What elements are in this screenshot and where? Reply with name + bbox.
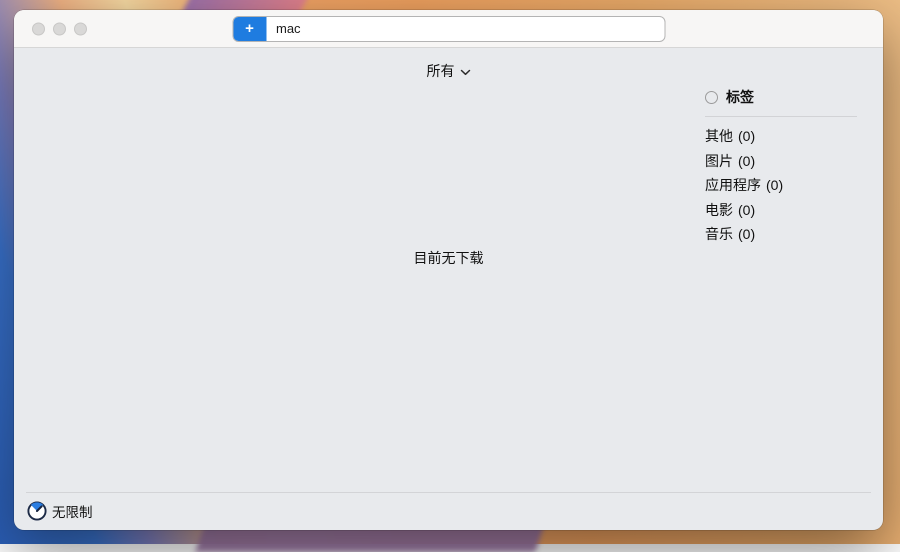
tag-label: 图片 bbox=[705, 153, 733, 169]
tag-label: 电影 bbox=[705, 202, 733, 218]
tag-count: (0) bbox=[738, 128, 755, 144]
tag-count: (0) bbox=[738, 153, 755, 169]
empty-state-message: 目前无下载 bbox=[14, 248, 883, 268]
tag-color-circle-icon bbox=[705, 91, 718, 104]
tag-item-music[interactable]: 音乐 (0) bbox=[705, 222, 857, 247]
tag-label: 音乐 bbox=[705, 226, 733, 242]
speed-limit-label: 无限制 bbox=[52, 501, 93, 521]
titlebar: + bbox=[14, 10, 883, 48]
filter-dropdown[interactable]: 所有 bbox=[427, 61, 471, 81]
search-input[interactable] bbox=[266, 17, 664, 41]
add-download-button[interactable]: + bbox=[233, 17, 266, 41]
tag-count: (0) bbox=[738, 202, 755, 218]
tags-panel: 标签 其他 (0) 图片 (0) 应用程序 (0) 电影 (0) 音乐 (0) bbox=[705, 87, 857, 247]
speed-limit-control[interactable]: 无限制 bbox=[27, 501, 93, 521]
tag-item-images[interactable]: 图片 (0) bbox=[705, 149, 857, 174]
tag-label: 应用程序 bbox=[705, 177, 761, 193]
status-bar: 无限制 bbox=[14, 492, 883, 530]
tag-item-movies[interactable]: 电影 (0) bbox=[705, 198, 857, 223]
tags-header: 标签 bbox=[705, 87, 857, 117]
download-manager-window: + 所有 标签 其他 (0) 图片 (0) 应用程序 (0) bbox=[14, 10, 883, 530]
minimize-button[interactable] bbox=[53, 22, 66, 35]
tags-list: 其他 (0) 图片 (0) 应用程序 (0) 电影 (0) 音乐 (0) bbox=[705, 117, 857, 247]
close-button[interactable] bbox=[32, 22, 45, 35]
url-search-field-group: + bbox=[232, 16, 665, 42]
tags-header-label: 标签 bbox=[726, 87, 754, 107]
traffic-lights bbox=[32, 22, 87, 35]
filter-row: 所有 bbox=[14, 48, 883, 81]
tag-count: (0) bbox=[738, 226, 755, 242]
chevron-down-icon bbox=[460, 69, 471, 76]
zoom-button[interactable] bbox=[74, 22, 87, 35]
speed-gauge-icon bbox=[27, 501, 47, 521]
tag-label: 其他 bbox=[705, 128, 733, 144]
tag-item-other[interactable]: 其他 (0) bbox=[705, 124, 857, 149]
tag-item-applications[interactable]: 应用程序 (0) bbox=[705, 173, 857, 198]
filter-dropdown-label: 所有 bbox=[427, 61, 455, 81]
tag-count: (0) bbox=[766, 177, 783, 193]
